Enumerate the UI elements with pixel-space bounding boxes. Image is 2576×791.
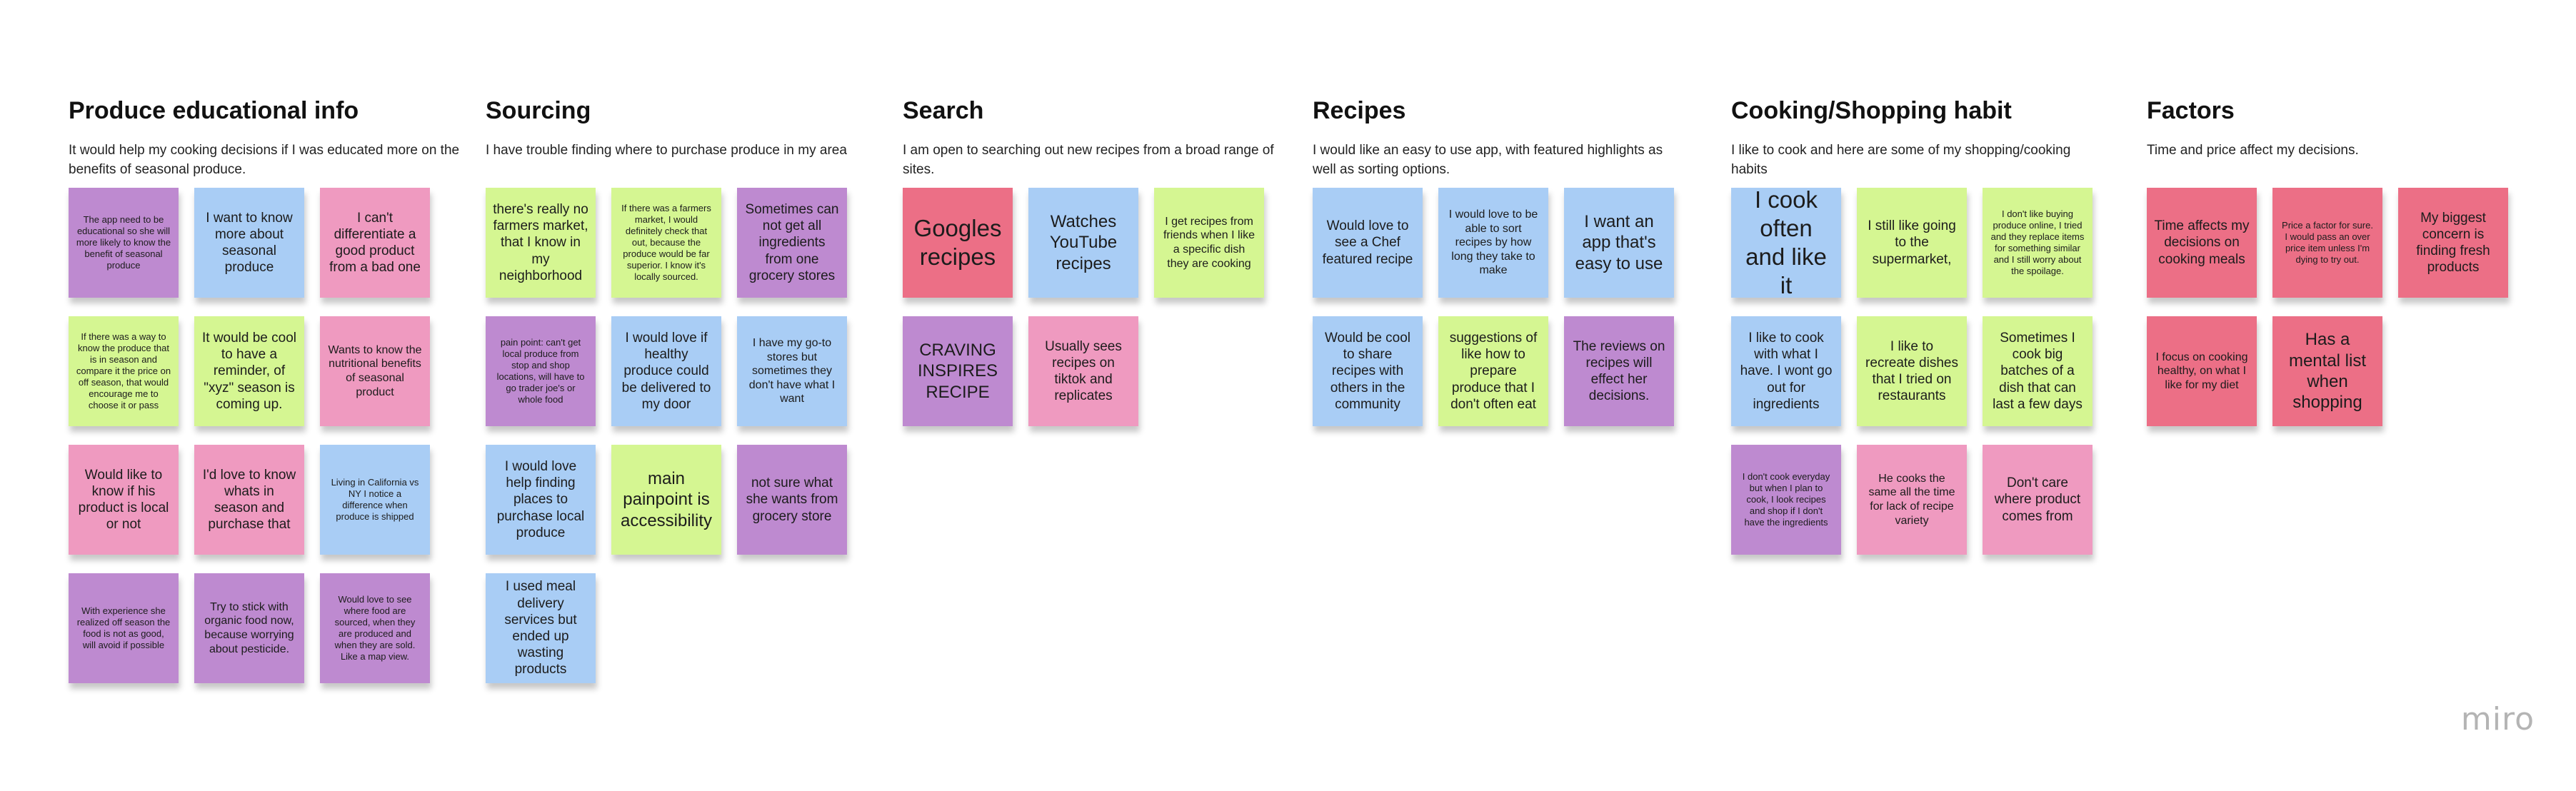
sticky-note[interactable]: I used meal delivery services but ended … xyxy=(486,573,596,683)
sticky-note[interactable]: I can't differentiate a good product fro… xyxy=(320,188,430,298)
sticky-note[interactable]: Watches YouTube recipes xyxy=(1028,188,1138,298)
sticky-note[interactable]: I have my go-to stores but sometimes the… xyxy=(737,316,847,426)
miro-logo: miro xyxy=(2460,701,2535,737)
sticky-note[interactable]: I don't cook everyday but when I plan to… xyxy=(1731,445,1841,555)
column-description[interactable]: It would help my cooking decisions if I … xyxy=(69,141,468,181)
sticky-note[interactable]: I still like going to the supermarket, xyxy=(1857,188,1967,298)
sticky-note[interactable]: Has a mental list when shopping xyxy=(2272,316,2382,426)
sticky-note[interactable]: Usually sees recipes on tiktok and repli… xyxy=(1028,316,1138,426)
sticky-note[interactable]: I would love to be able to sort recipes … xyxy=(1438,188,1548,298)
sticky-note[interactable]: Would love to see where food are sourced… xyxy=(320,573,430,683)
sticky-note[interactable]: I want to know more about seasonal produ… xyxy=(194,188,304,298)
sticky-note[interactable]: I cook often and like it xyxy=(1731,188,1841,298)
column-title[interactable]: Recipes xyxy=(1313,97,1684,125)
column-title[interactable]: Cooking/Shopping habit xyxy=(1731,97,2103,125)
sticky-note[interactable]: Wants to know the nutritional benefits o… xyxy=(320,316,430,426)
sticky-note[interactable]: He cooks the same all the time for lack … xyxy=(1857,445,1967,555)
column-recipes: Recipes I would like an easy to use app,… xyxy=(1313,97,1684,426)
sticky-note[interactable]: Sometimes I cook big batches of a dish t… xyxy=(1983,316,2093,426)
column-description[interactable]: I have trouble finding where to purchase… xyxy=(486,141,886,181)
column-description[interactable]: I would like an easy to use app, with fe… xyxy=(1313,141,1684,181)
column-title[interactable]: Factors xyxy=(2147,97,2504,125)
sticky-note[interactable]: I like to recreate dishes that I tried o… xyxy=(1857,316,1967,426)
sticky-note[interactable]: If there was a farmers market, I would d… xyxy=(611,188,721,298)
sticky-note[interactable]: I'd love to know whats in season and pur… xyxy=(194,445,304,555)
sticky-note[interactable]: The app need to be educational so she wi… xyxy=(69,188,179,298)
sticky-note[interactable]: Living in California vs NY I notice a di… xyxy=(320,445,430,555)
sticky-note[interactable]: The reviews on recipes will effect her d… xyxy=(1564,316,1674,426)
column-title[interactable]: Sourcing xyxy=(486,97,886,125)
column-factors: Factors Time and price affect my decisio… xyxy=(2147,97,2508,426)
sticky-note[interactable]: I don't like buying produce online, I tr… xyxy=(1983,188,2093,298)
sticky-note[interactable]: If there was a way to know the produce t… xyxy=(69,316,179,426)
sticky-note[interactable]: Would like to know if his product is loc… xyxy=(69,445,179,555)
sticky-note[interactable]: not sure what she wants from grocery sto… xyxy=(737,445,847,555)
column-title[interactable]: Produce educational info xyxy=(69,97,468,125)
sticky-note[interactable]: Try to stick with organic food now, beca… xyxy=(194,573,304,683)
sticky-note[interactable]: suggestions of like how to prepare produ… xyxy=(1438,316,1548,426)
sticky-note[interactable]: I get recipes from friends when I like a… xyxy=(1154,188,1264,298)
sticky-note[interactable]: pain point: can't get local produce from… xyxy=(486,316,596,426)
sticky-note[interactable]: Would be cool to share recipes with othe… xyxy=(1313,316,1423,426)
sticky-note[interactable]: I focus on cooking healthy, on what I li… xyxy=(2147,316,2257,426)
column-description[interactable]: Time and price affect my decisions. xyxy=(2147,141,2504,181)
sticky-note[interactable]: My biggest concern is finding fresh prod… xyxy=(2398,188,2508,298)
column-sourcing: Sourcing I have trouble finding where to… xyxy=(486,97,886,683)
column-description[interactable]: I like to cook and here are some of my s… xyxy=(1731,141,2103,181)
sticky-note[interactable]: I would love help finding places to purc… xyxy=(486,445,596,555)
column-cooking-shopping-habit: Cooking/Shopping habit I like to cook an… xyxy=(1731,97,2103,555)
column-description[interactable]: I am open to searching out new recipes f… xyxy=(903,141,1274,181)
sticky-note[interactable]: With experience she realized off season … xyxy=(69,573,179,683)
sticky-note[interactable]: Don't care where product comes from xyxy=(1983,445,2093,555)
sticky-note[interactable]: I would love if healthy produce could be… xyxy=(611,316,721,426)
sticky-note[interactable]: Time affects my decisions on cooking mea… xyxy=(2147,188,2257,298)
sticky-note[interactable]: Price a factor for sure. I would pass an… xyxy=(2272,188,2382,298)
sticky-note[interactable]: CRAVING INSPIRES RECIPE xyxy=(903,316,1013,426)
column-produce-educational-info: Produce educational info It would help m… xyxy=(69,97,468,683)
miro-board[interactable]: Produce educational info It would help m… xyxy=(0,0,2576,791)
sticky-note[interactable]: Sometimes can not get all ingredients fr… xyxy=(737,188,847,298)
sticky-note[interactable]: I want an app that's easy to use xyxy=(1564,188,1674,298)
column-title[interactable]: Search xyxy=(903,97,1274,125)
sticky-note[interactable]: It would be cool to have a reminder, of … xyxy=(194,316,304,426)
sticky-note[interactable]: I like to cook with what I have. I wont … xyxy=(1731,316,1841,426)
sticky-note[interactable]: Googles recipes xyxy=(903,188,1013,298)
sticky-note[interactable]: Would love to see a Chef featured recipe xyxy=(1313,188,1423,298)
sticky-note[interactable]: main painpoint is accessibility xyxy=(611,445,721,555)
column-search: Search I am open to searching out new re… xyxy=(903,97,1274,426)
sticky-note[interactable]: there's really no farmers market, that I… xyxy=(486,188,596,298)
